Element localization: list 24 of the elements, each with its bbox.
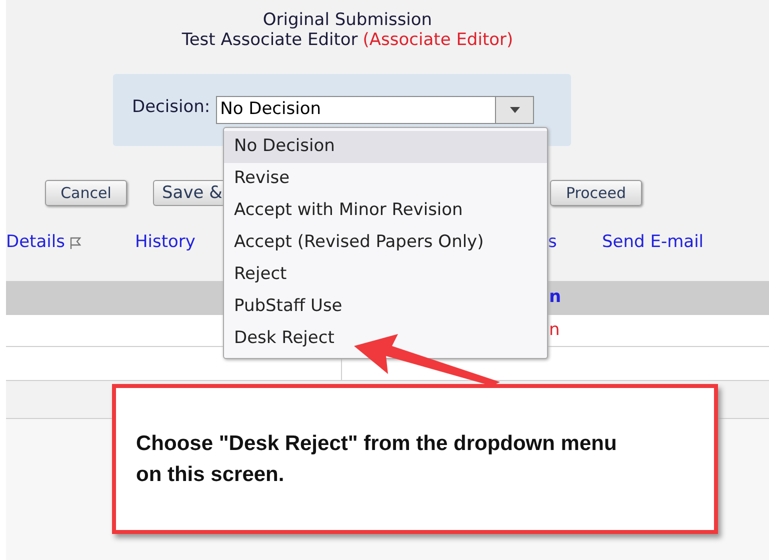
- dropdown-option[interactable]: Accept (Revised Papers Only): [224, 227, 547, 259]
- decision-label: Decision:: [132, 96, 210, 118]
- cancel-button[interactable]: Cancel: [45, 180, 127, 206]
- save-button[interactable]: Save &: [153, 180, 223, 206]
- editor-name: Test Associate Editor: [182, 30, 358, 50]
- tab-link[interactable]: Details: [6, 230, 65, 256]
- tab-link[interactable]: Send E-mail: [602, 230, 704, 256]
- tab-link[interactable]: History: [135, 230, 196, 256]
- editor-role: (Associate Editor): [362, 30, 514, 50]
- callout-text: Choose "Desk Reject" from the dropdown menu on this screen.: [136, 431, 618, 488]
- decision-select[interactable]: No Decision: [216, 96, 534, 124]
- dropdown-option[interactable]: Desk Reject: [224, 323, 547, 355]
- submission-title: Original Submission: [262, 10, 432, 30]
- flag-icon: [70, 237, 81, 249]
- tab-link[interactable]: s: [548, 230, 557, 256]
- caret-icon: [510, 107, 520, 113]
- table-cell-text: n: [549, 318, 560, 342]
- column-header: n: [549, 286, 562, 310]
- dropdown-option[interactable]: Accept with Minor Revision: [224, 195, 547, 227]
- dropdown-option[interactable]: Revise: [224, 163, 547, 195]
- dropdown-option[interactable]: Reject: [224, 259, 547, 291]
- dropdown-option[interactable]: PubStaff Use: [224, 291, 547, 323]
- dropdown-option[interactable]: No Decision: [224, 131, 547, 163]
- proceed-button[interactable]: Proceed: [550, 180, 642, 206]
